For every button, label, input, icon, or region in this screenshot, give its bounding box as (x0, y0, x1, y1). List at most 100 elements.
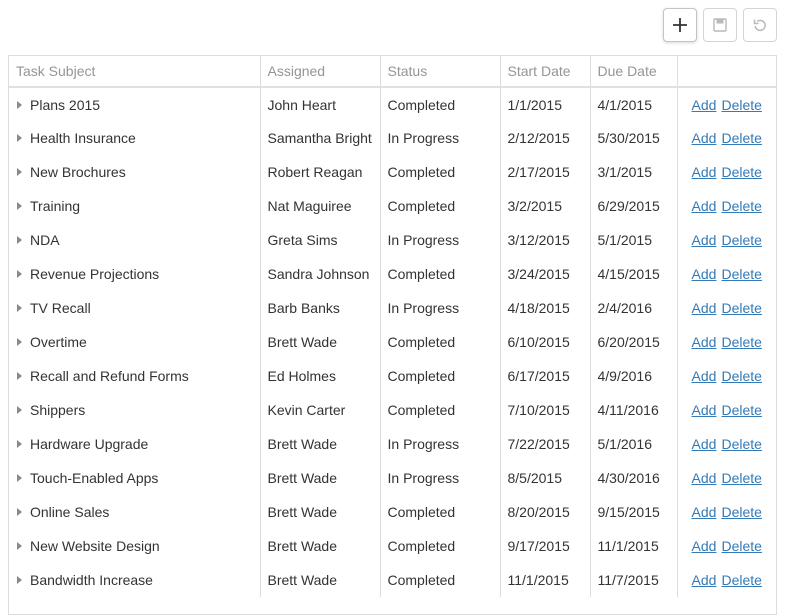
expand-row-icon[interactable] (16, 575, 22, 585)
expand-row-icon[interactable] (16, 473, 22, 483)
delete-row-link[interactable]: Delete (721, 402, 761, 418)
status-cell[interactable]: In Progress (380, 223, 501, 257)
add-child-link[interactable]: Add (692, 572, 717, 588)
due-date-cell[interactable]: 6/29/2015 (590, 189, 678, 223)
revert-changes-button[interactable] (743, 8, 777, 42)
start-date-cell[interactable]: 9/17/2015 (500, 529, 591, 563)
start-date-cell[interactable]: 7/22/2015 (500, 427, 591, 461)
expand-row-icon[interactable] (16, 201, 22, 211)
due-date-cell[interactable]: 5/30/2015 (590, 121, 678, 155)
table-row[interactable]: Online Sales Brett Wade Completed 8/20/2015… (9, 495, 776, 529)
status-cell[interactable]: Completed (380, 393, 501, 427)
assigned-cell[interactable]: Kevin Carter (260, 393, 381, 427)
status-cell[interactable]: Completed (380, 257, 501, 291)
status-cell[interactable]: Completed (380, 155, 501, 189)
table-row[interactable]: NDA Greta Sims In Progress 3/12/2015 5/1/201… (9, 223, 776, 257)
expand-row-icon[interactable] (16, 235, 22, 245)
delete-row-link[interactable]: Delete (721, 368, 761, 384)
task-subject-cell[interactable]: Online Sales (9, 495, 261, 529)
due-date-cell[interactable]: 2/4/2016 (590, 291, 678, 325)
task-subject-cell[interactable]: Shippers (9, 393, 261, 427)
column-header-start-date[interactable]: Start Date (500, 56, 591, 88)
add-child-link[interactable]: Add (692, 232, 717, 248)
add-child-link[interactable]: Add (692, 334, 717, 350)
start-date-cell[interactable]: 1/1/2015 (500, 87, 591, 121)
table-row[interactable]: Plans 2015 John Heart Completed 1/1/2015 4/1… (9, 87, 776, 121)
add-child-link[interactable]: Add (692, 402, 717, 418)
table-row[interactable]: Touch-Enabled Apps Brett Wade In Progress 8… (9, 461, 776, 495)
assigned-cell[interactable]: Samantha Bright (260, 121, 381, 155)
assigned-cell[interactable]: Nat Maguiree (260, 189, 381, 223)
delete-row-link[interactable]: Delete (721, 97, 761, 113)
add-child-link[interactable]: Add (692, 266, 717, 282)
expand-row-icon[interactable] (16, 100, 22, 110)
table-row[interactable]: Overtime Brett Wade Completed 6/10/2015 6/20… (9, 325, 776, 359)
task-subject-cell[interactable]: Training (9, 189, 261, 223)
due-date-cell[interactable]: 5/1/2016 (590, 427, 678, 461)
status-cell[interactable]: In Progress (380, 121, 501, 155)
delete-row-link[interactable]: Delete (721, 198, 761, 214)
start-date-cell[interactable]: 2/17/2015 (500, 155, 591, 189)
start-date-cell[interactable]: 6/10/2015 (500, 325, 591, 359)
delete-row-link[interactable]: Delete (721, 470, 761, 486)
expand-row-icon[interactable] (16, 269, 22, 279)
column-header-status[interactable]: Status (380, 56, 501, 88)
delete-row-link[interactable]: Delete (721, 538, 761, 554)
add-child-link[interactable]: Add (692, 436, 717, 452)
status-cell[interactable]: Completed (380, 359, 501, 393)
delete-row-link[interactable]: Delete (721, 436, 761, 452)
due-date-cell[interactable]: 5/1/2015 (590, 223, 678, 257)
due-date-cell[interactable]: 4/1/2015 (590, 87, 678, 121)
delete-row-link[interactable]: Delete (721, 164, 761, 180)
assigned-cell[interactable]: John Heart (260, 87, 381, 121)
assigned-cell[interactable]: Barb Banks (260, 291, 381, 325)
add-child-link[interactable]: Add (692, 130, 717, 146)
start-date-cell[interactable]: 2/12/2015 (500, 121, 591, 155)
status-cell[interactable]: Completed (380, 563, 501, 597)
due-date-cell[interactable]: 6/20/2015 (590, 325, 678, 359)
delete-row-link[interactable]: Delete (721, 334, 761, 350)
expand-row-icon[interactable] (16, 439, 22, 449)
table-row[interactable]: Shippers Kevin Carter Completed 7/10/2015 4/… (9, 393, 776, 427)
add-child-link[interactable]: Add (692, 198, 717, 214)
add-child-link[interactable]: Add (692, 300, 717, 316)
start-date-cell[interactable]: 8/20/2015 (500, 495, 591, 529)
status-cell[interactable]: In Progress (380, 461, 501, 495)
assigned-cell[interactable]: Ed Holmes (260, 359, 381, 393)
add-row-button[interactable] (663, 8, 697, 42)
assigned-cell[interactable]: Brett Wade (260, 325, 381, 359)
task-subject-cell[interactable]: Hardware Upgrade (9, 427, 261, 461)
assigned-cell[interactable]: Brett Wade (260, 427, 381, 461)
due-date-cell[interactable]: 4/15/2015 (590, 257, 678, 291)
assigned-cell[interactable]: Sandra Johnson (260, 257, 381, 291)
start-date-cell[interactable]: 11/1/2015 (500, 563, 591, 597)
due-date-cell[interactable]: 11/7/2015 (590, 563, 678, 597)
add-child-link[interactable]: Add (692, 164, 717, 180)
expand-row-icon[interactable] (16, 405, 22, 415)
assigned-cell[interactable]: Robert Reagan (260, 155, 381, 189)
start-date-cell[interactable]: 4/18/2015 (500, 291, 591, 325)
task-subject-cell[interactable]: Touch-Enabled Apps (9, 461, 261, 495)
table-row[interactable]: Health Insurance Samantha Bright In Progre… (9, 121, 776, 155)
assigned-cell[interactable]: Brett Wade (260, 529, 381, 563)
save-changes-button[interactable] (703, 8, 737, 42)
due-date-cell[interactable]: 11/1/2015 (590, 529, 678, 563)
status-cell[interactable]: In Progress (380, 291, 501, 325)
status-cell[interactable]: Completed (380, 529, 501, 563)
start-date-cell[interactable]: 8/5/2015 (500, 461, 591, 495)
expand-row-icon[interactable] (16, 337, 22, 347)
start-date-cell[interactable]: 3/2/2015 (500, 189, 591, 223)
status-cell[interactable]: In Progress (380, 427, 501, 461)
task-subject-cell[interactable]: Recall and Refund Forms (9, 359, 261, 393)
delete-row-link[interactable]: Delete (721, 300, 761, 316)
add-child-link[interactable]: Add (692, 470, 717, 486)
column-header-assigned[interactable]: Assigned (260, 56, 381, 88)
due-date-cell[interactable]: 4/30/2016 (590, 461, 678, 495)
delete-row-link[interactable]: Delete (721, 266, 761, 282)
task-subject-cell[interactable]: Overtime (9, 325, 261, 359)
expand-row-icon[interactable] (16, 303, 22, 313)
task-subject-cell[interactable]: Bandwidth Increase (9, 563, 261, 597)
status-cell[interactable]: Completed (380, 189, 501, 223)
assigned-cell[interactable]: Brett Wade (260, 495, 381, 529)
due-date-cell[interactable]: 4/11/2016 (590, 393, 678, 427)
